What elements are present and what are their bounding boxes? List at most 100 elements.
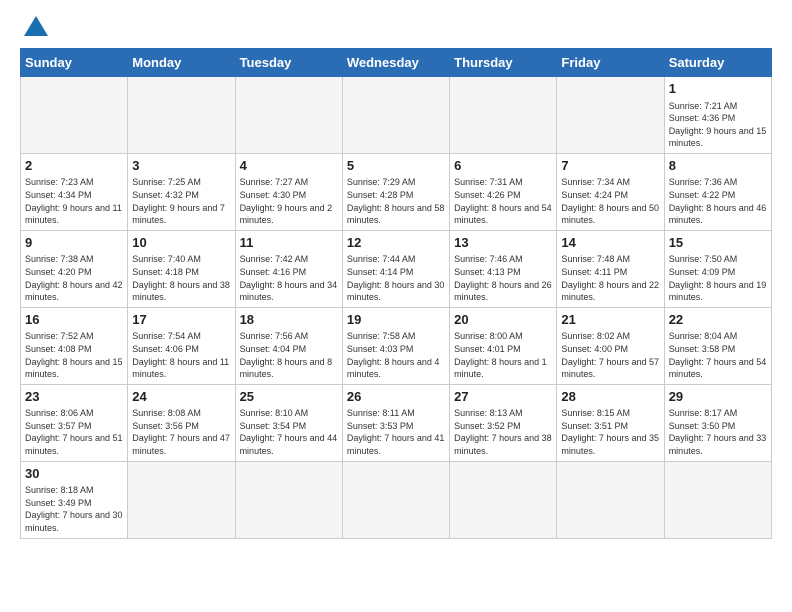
day-info: Sunrise: 7:48 AM Sunset: 4:11 PM Dayligh… — [561, 253, 659, 303]
day-info: Sunrise: 7:52 AM Sunset: 4:08 PM Dayligh… — [25, 330, 123, 380]
weekday-friday: Friday — [557, 49, 664, 77]
day-cell: 4Sunrise: 7:27 AM Sunset: 4:30 PM Daylig… — [235, 153, 342, 230]
day-info: Sunrise: 7:34 AM Sunset: 4:24 PM Dayligh… — [561, 176, 659, 226]
day-number: 20 — [454, 311, 552, 329]
day-cell: 29Sunrise: 8:17 AM Sunset: 3:50 PM Dayli… — [664, 384, 771, 461]
day-cell: 12Sunrise: 7:44 AM Sunset: 4:14 PM Dayli… — [342, 230, 449, 307]
page: SundayMondayTuesdayWednesdayThursdayFrid… — [0, 0, 792, 555]
day-number: 30 — [25, 465, 123, 483]
weekday-header-row: SundayMondayTuesdayWednesdayThursdayFrid… — [21, 49, 772, 77]
week-row-3: 9Sunrise: 7:38 AM Sunset: 4:20 PM Daylig… — [21, 230, 772, 307]
day-info: Sunrise: 8:06 AM Sunset: 3:57 PM Dayligh… — [25, 407, 123, 457]
day-info: Sunrise: 7:31 AM Sunset: 4:26 PM Dayligh… — [454, 176, 552, 226]
day-info: Sunrise: 8:10 AM Sunset: 3:54 PM Dayligh… — [240, 407, 338, 457]
day-number: 11 — [240, 234, 338, 252]
weekday-saturday: Saturday — [664, 49, 771, 77]
weekday-monday: Monday — [128, 49, 235, 77]
day-number: 14 — [561, 234, 659, 252]
day-cell: 20Sunrise: 8:00 AM Sunset: 4:01 PM Dayli… — [450, 307, 557, 384]
day-cell — [557, 77, 664, 154]
day-info: Sunrise: 7:58 AM Sunset: 4:03 PM Dayligh… — [347, 330, 445, 380]
day-number: 19 — [347, 311, 445, 329]
logo-triangle-icon — [24, 16, 48, 36]
day-number: 7 — [561, 157, 659, 175]
day-number: 21 — [561, 311, 659, 329]
day-info: Sunrise: 8:13 AM Sunset: 3:52 PM Dayligh… — [454, 407, 552, 457]
day-cell — [450, 461, 557, 538]
day-cell: 18Sunrise: 7:56 AM Sunset: 4:04 PM Dayli… — [235, 307, 342, 384]
day-info: Sunrise: 7:27 AM Sunset: 4:30 PM Dayligh… — [240, 176, 338, 226]
day-cell — [342, 77, 449, 154]
day-cell: 22Sunrise: 8:04 AM Sunset: 3:58 PM Dayli… — [664, 307, 771, 384]
day-info: Sunrise: 7:25 AM Sunset: 4:32 PM Dayligh… — [132, 176, 230, 226]
day-info: Sunrise: 8:04 AM Sunset: 3:58 PM Dayligh… — [669, 330, 767, 380]
day-cell — [342, 461, 449, 538]
day-cell — [21, 77, 128, 154]
week-row-2: 2Sunrise: 7:23 AM Sunset: 4:34 PM Daylig… — [21, 153, 772, 230]
day-cell: 16Sunrise: 7:52 AM Sunset: 4:08 PM Dayli… — [21, 307, 128, 384]
day-info: Sunrise: 8:17 AM Sunset: 3:50 PM Dayligh… — [669, 407, 767, 457]
day-number: 16 — [25, 311, 123, 329]
day-cell — [557, 461, 664, 538]
logo — [20, 16, 48, 38]
day-cell — [664, 461, 771, 538]
day-number: 18 — [240, 311, 338, 329]
day-cell: 28Sunrise: 8:15 AM Sunset: 3:51 PM Dayli… — [557, 384, 664, 461]
day-info: Sunrise: 8:00 AM Sunset: 4:01 PM Dayligh… — [454, 330, 552, 380]
day-cell: 2Sunrise: 7:23 AM Sunset: 4:34 PM Daylig… — [21, 153, 128, 230]
day-info: Sunrise: 8:11 AM Sunset: 3:53 PM Dayligh… — [347, 407, 445, 457]
day-info: Sunrise: 7:38 AM Sunset: 4:20 PM Dayligh… — [25, 253, 123, 303]
day-number: 17 — [132, 311, 230, 329]
day-number: 3 — [132, 157, 230, 175]
day-number: 4 — [240, 157, 338, 175]
day-number: 23 — [25, 388, 123, 406]
day-number: 6 — [454, 157, 552, 175]
calendar: SundayMondayTuesdayWednesdayThursdayFrid… — [20, 48, 772, 539]
week-row-4: 16Sunrise: 7:52 AM Sunset: 4:08 PM Dayli… — [21, 307, 772, 384]
header — [20, 16, 772, 38]
day-number: 26 — [347, 388, 445, 406]
day-cell: 23Sunrise: 8:06 AM Sunset: 3:57 PM Dayli… — [21, 384, 128, 461]
day-info: Sunrise: 7:23 AM Sunset: 4:34 PM Dayligh… — [25, 176, 123, 226]
weekday-sunday: Sunday — [21, 49, 128, 77]
weekday-tuesday: Tuesday — [235, 49, 342, 77]
day-cell: 26Sunrise: 8:11 AM Sunset: 3:53 PM Dayli… — [342, 384, 449, 461]
day-info: Sunrise: 7:21 AM Sunset: 4:36 PM Dayligh… — [669, 100, 767, 150]
day-number: 25 — [240, 388, 338, 406]
day-cell: 13Sunrise: 7:46 AM Sunset: 4:13 PM Dayli… — [450, 230, 557, 307]
day-cell: 9Sunrise: 7:38 AM Sunset: 4:20 PM Daylig… — [21, 230, 128, 307]
day-info: Sunrise: 8:02 AM Sunset: 4:00 PM Dayligh… — [561, 330, 659, 380]
day-cell: 7Sunrise: 7:34 AM Sunset: 4:24 PM Daylig… — [557, 153, 664, 230]
day-number: 5 — [347, 157, 445, 175]
day-info: Sunrise: 7:29 AM Sunset: 4:28 PM Dayligh… — [347, 176, 445, 226]
day-info: Sunrise: 8:18 AM Sunset: 3:49 PM Dayligh… — [25, 484, 123, 534]
day-cell: 11Sunrise: 7:42 AM Sunset: 4:16 PM Dayli… — [235, 230, 342, 307]
day-number: 9 — [25, 234, 123, 252]
day-cell: 25Sunrise: 8:10 AM Sunset: 3:54 PM Dayli… — [235, 384, 342, 461]
day-number: 28 — [561, 388, 659, 406]
day-cell: 8Sunrise: 7:36 AM Sunset: 4:22 PM Daylig… — [664, 153, 771, 230]
day-info: Sunrise: 7:36 AM Sunset: 4:22 PM Dayligh… — [669, 176, 767, 226]
day-number: 24 — [132, 388, 230, 406]
day-cell — [235, 461, 342, 538]
day-info: Sunrise: 8:15 AM Sunset: 3:51 PM Dayligh… — [561, 407, 659, 457]
day-cell: 17Sunrise: 7:54 AM Sunset: 4:06 PM Dayli… — [128, 307, 235, 384]
day-cell: 1 Sunrise: 7:21 AM Sunset: 4:36 PM Daylig… — [664, 77, 771, 154]
day-cell — [128, 77, 235, 154]
day-number: 12 — [347, 234, 445, 252]
day-number: 8 — [669, 157, 767, 175]
day-info: Sunrise: 7:56 AM Sunset: 4:04 PM Dayligh… — [240, 330, 338, 380]
day-number: 2 — [25, 157, 123, 175]
day-cell: 30Sunrise: 8:18 AM Sunset: 3:49 PM Dayli… — [21, 461, 128, 538]
day-info: Sunrise: 7:54 AM Sunset: 4:06 PM Dayligh… — [132, 330, 230, 380]
day-cell: 3Sunrise: 7:25 AM Sunset: 4:32 PM Daylig… — [128, 153, 235, 230]
day-info: Sunrise: 7:50 AM Sunset: 4:09 PM Dayligh… — [669, 253, 767, 303]
day-cell — [450, 77, 557, 154]
week-row-5: 23Sunrise: 8:06 AM Sunset: 3:57 PM Dayli… — [21, 384, 772, 461]
day-number: 1 — [669, 80, 767, 98]
day-cell: 27Sunrise: 8:13 AM Sunset: 3:52 PM Dayli… — [450, 384, 557, 461]
day-info: Sunrise: 7:42 AM Sunset: 4:16 PM Dayligh… — [240, 253, 338, 303]
week-row-1: 1 Sunrise: 7:21 AM Sunset: 4:36 PM Daylig… — [21, 77, 772, 154]
day-info: Sunrise: 7:44 AM Sunset: 4:14 PM Dayligh… — [347, 253, 445, 303]
day-cell: 15Sunrise: 7:50 AM Sunset: 4:09 PM Dayli… — [664, 230, 771, 307]
